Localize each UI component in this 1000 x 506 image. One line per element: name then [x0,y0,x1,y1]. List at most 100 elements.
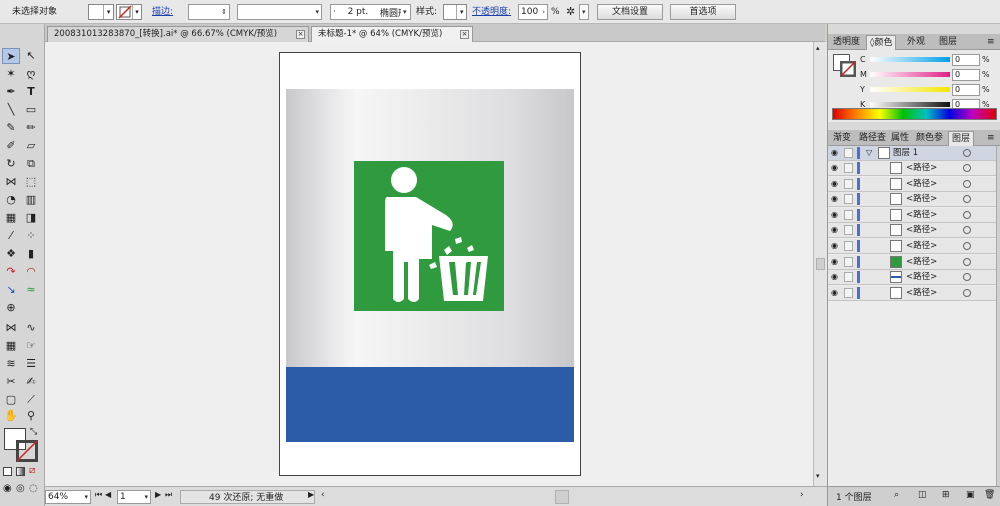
target-icon[interactable] [963,195,971,204]
lock-toggle[interactable] [844,225,853,236]
scroll-right-icon[interactable]: › [800,490,804,504]
measure-tool-icon[interactable]: ✍ [22,374,40,390]
brush-definition-select[interactable]: · 2 pt. 椭圆形 [330,4,410,20]
magenta-input[interactable]: 0 [952,69,980,81]
color-spectrum-ramp[interactable] [832,108,997,120]
custom-tool-blue-icon[interactable]: ↘ [2,282,20,298]
chevron-down-icon[interactable]: ▽ [866,148,872,157]
layer-item-row[interactable]: ◉ <路径> [828,239,996,254]
custom-tool-green-icon[interactable]: ≈ [22,282,40,298]
line-tool-icon[interactable]: ╲ [2,102,20,118]
target-icon[interactable] [963,226,971,235]
lock-toggle[interactable] [844,178,853,189]
recolor-dropdown[interactable]: ▾ [579,4,589,20]
page-select[interactable]: 1 ▾ [117,490,151,504]
tab-document-2[interactable]: 未标题-1* @ 64% (CMYK/预览) × [311,26,473,42]
opacity-link[interactable]: 不透明度: [472,4,511,20]
document-setup-button[interactable]: 文档设置 [597,4,663,20]
lasso-tool-icon[interactable]: ღ [22,66,40,82]
scroll-down-icon[interactable]: ▾ [816,472,820,480]
opacity-input[interactable]: 100 › [518,4,548,20]
layers-scrollbar[interactable] [996,146,1000,486]
scroll-left-icon[interactable]: ‹ [321,490,325,504]
eye-icon[interactable]: ◉ [831,163,838,173]
scale-tool-icon[interactable]: ⧉ [22,156,40,172]
layer-item-row[interactable]: ◉ <路径> [828,285,996,301]
paintbrush-tool-icon[interactable]: ✎ [2,120,20,136]
layer-item-row[interactable]: ◉ <路径> [828,192,996,208]
horizontal-scrollbar-thumb[interactable] [555,490,569,504]
scroll-up-icon[interactable]: ▴ [816,44,820,52]
tab-color[interactable]: ◊颜色 [866,35,897,50]
clipping-mask-icon[interactable]: ◫ [918,490,927,500]
layer-item-row[interactable]: ◉ <路径> [828,176,996,192]
target-icon[interactable] [963,242,971,250]
envelope-tool-icon[interactable]: ⋈ [2,320,20,336]
tab-layers[interactable]: 图层 [948,131,975,146]
knife-tool-icon[interactable]: ⟋ [22,392,40,408]
eye-icon[interactable]: ◉ [831,241,838,251]
target-icon[interactable] [963,179,971,188]
lock-toggle[interactable] [844,241,853,251]
draw-normal-icon[interactable]: ◉ [3,483,12,494]
trash-icon[interactable]: 🗑 [984,490,995,500]
symbol-sprayer-tool-icon[interactable]: ❖ [2,246,20,262]
new-sublayer-icon[interactable]: ⊞ [942,490,950,500]
black-slider[interactable] [870,102,950,107]
draw-behind-icon[interactable]: ◎ [16,483,25,494]
lock-toggle[interactable] [844,287,853,298]
next-page-icon[interactable]: ▶ [155,490,161,504]
recolor-artwork-icon[interactable]: ✲ [566,4,575,20]
eye-icon[interactable]: ◉ [831,179,838,189]
layer-item-row[interactable]: ◉ <路径> [828,161,996,176]
color-mode-icon[interactable] [3,467,12,476]
cyan-slider[interactable] [870,57,950,62]
vertical-scrollbar[interactable]: ▴ ▾ [813,42,827,486]
swap-fill-stroke-icon[interactable]: ⤡ [30,427,37,437]
magic-wand-tool-icon[interactable]: ✶ [2,66,20,82]
stroke-link[interactable]: 描边: [152,4,173,20]
stroke-indicator[interactable] [15,439,39,463]
last-page-icon[interactable]: ⏭ [165,490,172,504]
eye-icon[interactable]: ◉ [831,194,838,204]
perspective-grid-tool-icon[interactable]: ▥ [22,192,40,208]
eyedropper-tool-icon[interactable]: ⁄ [2,228,20,244]
pencil-tool-icon[interactable]: ✏ [22,120,40,136]
eye-icon[interactable]: ◉ [831,288,838,298]
variable-width-profile-select[interactable]: ▾ [237,4,322,20]
mesh-tool-icon[interactable]: ▦ [2,210,20,226]
fill-color-swatch[interactable]: ▾ [88,4,114,20]
target-icon[interactable] [963,288,971,297]
layer-row[interactable]: ◉ ▽ 图层 1 [828,146,996,161]
lock-toggle[interactable] [844,194,853,205]
yellow-slider[interactable] [870,87,950,92]
target-icon[interactable] [963,273,971,282]
width-tool-icon[interactable]: ⋈ [2,174,20,190]
prev-page-icon[interactable]: ◀ [105,490,111,504]
panel-menu-icon[interactable]: ≡ [984,35,998,50]
custom-tool-red-icon[interactable]: ↷ [2,264,20,280]
artboard-tool-icon[interactable]: ▢ [2,392,20,408]
tab-pathfinder[interactable]: 路径查 [856,131,889,146]
grid-tool-icon[interactable]: ▦ [2,338,20,354]
status-menu-icon[interactable]: ▶ [308,490,314,504]
blob-brush-tool-icon[interactable]: ✐ [2,138,20,154]
first-page-icon[interactable]: ⏮ [95,490,102,504]
tab-gradient[interactable]: 渐变 [830,131,854,146]
brush-dropdown[interactable]: ▾ [401,4,411,20]
canvas-area[interactable] [45,42,813,486]
eye-icon[interactable]: ◉ [831,148,838,158]
rotate-tool-icon[interactable]: ↻ [2,156,20,172]
layer-item-row[interactable]: ◉ <路径> [828,207,996,223]
eye-icon[interactable]: ◉ [831,210,838,220]
column-graph-tool-icon[interactable]: ▮ [22,246,40,262]
blend-tool-icon[interactable]: ⁘ [22,228,40,244]
free-transform-tool-icon[interactable]: ⬚ [22,174,40,190]
new-layer-icon[interactable]: ▣ [966,490,975,500]
stroke-color-swatch[interactable]: ▾ [116,4,142,20]
graphic-style-swatch[interactable]: ▾ [443,4,467,20]
direct-selection-tool-icon[interactable]: ↖ [22,48,40,64]
cyan-input[interactable]: 0 [952,54,980,66]
hand-drag-tool-icon[interactable]: ☞ [22,338,40,354]
draw-inside-icon[interactable]: ◌ [29,483,38,494]
